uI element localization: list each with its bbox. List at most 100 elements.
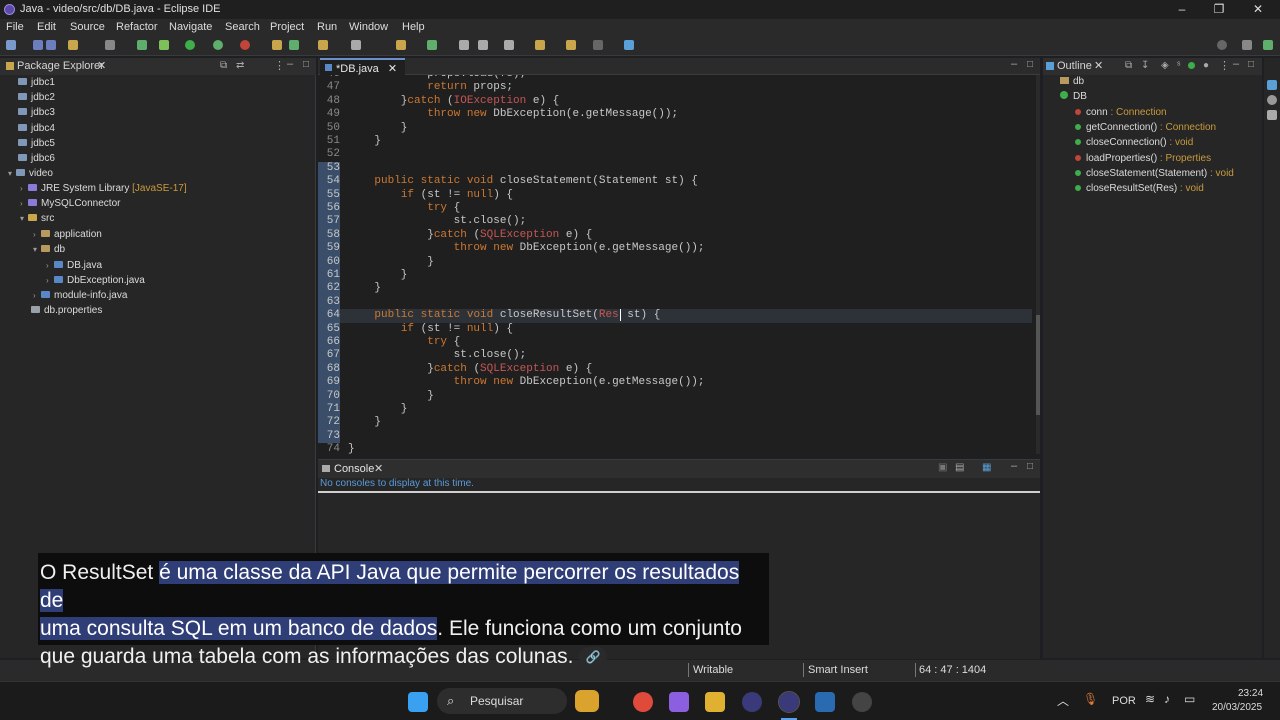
code-line[interactable]: 50 }: [318, 122, 1032, 135]
help-icon[interactable]: [1267, 95, 1277, 105]
taskbar-search[interactable]: ⌕ Pesquisar: [437, 688, 599, 714]
code-line[interactable]: 63: [318, 295, 1032, 310]
search-toolbar-icon[interactable]: [351, 40, 361, 50]
tree-item-jdbc2[interactable]: jdbc2: [18, 92, 55, 103]
eclipse-taskbar-icon[interactable]: [742, 692, 762, 712]
close-tab-icon[interactable]: ✕: [97, 59, 106, 72]
outline-item-field-conn[interactable]: conn : Connection: [1075, 107, 1167, 118]
menu-search[interactable]: Search: [225, 21, 260, 33]
tree-item-db[interactable]: ▾ db: [33, 244, 65, 255]
save-all-icon[interactable]: [46, 40, 56, 50]
editor-scrollbar[interactable]: [1036, 75, 1040, 454]
new-class-icon[interactable]: [289, 40, 299, 50]
show-whitespace-icon[interactable]: [459, 40, 469, 50]
coverage-icon[interactable]: [159, 40, 169, 50]
code-line[interactable]: 53: [318, 161, 1032, 176]
tray-chevron-icon[interactable]: ︿: [1057, 692, 1069, 709]
clock-date[interactable]: 20/03/2025: [1212, 702, 1262, 713]
tree-item-jdbc5[interactable]: jdbc5: [18, 138, 55, 149]
sort-icon[interactable]: ↧: [1141, 60, 1149, 71]
tree-item-db-properties[interactable]: db.properties: [31, 305, 102, 316]
code-line[interactable]: 62 }: [318, 282, 1032, 296]
hide-local-types-icon[interactable]: ●: [1203, 60, 1209, 71]
outline-item-package[interactable]: db: [1060, 76, 1084, 87]
windows-start-icon[interactable]: [408, 692, 428, 712]
code-line[interactable]: 56 try {: [318, 202, 1032, 216]
vscode-icon[interactable]: [815, 692, 835, 712]
print-icon[interactable]: [105, 40, 115, 50]
code-line[interactable]: 52: [318, 148, 1032, 161]
volume-icon[interactable]: ♪: [1164, 692, 1170, 706]
minimize-console-icon[interactable]: –: [1011, 460, 1017, 472]
menu-help[interactable]: Help: [402, 21, 425, 33]
collapsed-arrow-icon[interactable]: ›: [33, 291, 41, 300]
link-editor-icon[interactable]: ⇄: [236, 60, 244, 71]
clear-console-icon[interactable]: ▣: [938, 462, 947, 473]
expanded-arrow-icon[interactable]: ▾: [33, 245, 41, 254]
code-line[interactable]: 55 if (st != null) {: [318, 188, 1032, 202]
minimize-editor-icon[interactable]: –: [1011, 58, 1017, 70]
code-line[interactable]: 57 st.close();: [318, 215, 1032, 229]
code-line[interactable]: 70 }: [318, 389, 1032, 403]
maximize-console-icon[interactable]: □: [1027, 461, 1033, 472]
tree-item-jdbc4[interactable]: jdbc4: [18, 123, 55, 134]
language-indicator[interactable]: POR: [1112, 695, 1136, 707]
menu-run[interactable]: Run: [317, 21, 337, 33]
outline-menu-icon[interactable]: ⋮: [1219, 59, 1230, 72]
obs-icon[interactable]: [852, 692, 872, 712]
file-explorer-icon[interactable]: [705, 692, 725, 712]
collapsed-arrow-icon[interactable]: ›: [20, 184, 28, 193]
close-tab-icon[interactable]: ✕: [388, 63, 397, 75]
tree-item-jdbc6[interactable]: jdbc6: [18, 153, 55, 164]
code-line[interactable]: 54 public static void closeStatement(Sta…: [318, 175, 1032, 189]
display-console-icon[interactable]: ▤: [955, 462, 964, 473]
debug-icon[interactable]: [137, 40, 147, 50]
menu-refactor[interactable]: Refactor: [116, 21, 158, 33]
hide-fields-icon[interactable]: ◈: [1161, 60, 1169, 71]
tree-item-mysqlconnector[interactable]: › MySQLConnector: [20, 198, 120, 209]
pin-editor-icon[interactable]: [624, 40, 634, 50]
microphone-icon[interactable]: 🎙: [1083, 692, 1098, 706]
expanded-arrow-icon[interactable]: ▾: [8, 169, 16, 178]
tree-item-jdbc3[interactable]: jdbc3: [18, 107, 55, 118]
code-line[interactable]: 60 }: [318, 255, 1032, 269]
code-line[interactable]: 59 throw new DbException(e.getMessage())…: [318, 242, 1032, 256]
outline-item-class[interactable]: DB: [1060, 91, 1087, 102]
task-list-icon[interactable]: [1267, 80, 1277, 90]
tree-item-jre[interactable]: › JRE System Library [JavaSE-17]: [20, 183, 187, 194]
external-tools-icon[interactable]: [240, 40, 250, 50]
save-icon[interactable]: [33, 40, 43, 50]
code-line[interactable]: 51 }: [318, 135, 1032, 148]
back-nav-icon[interactable]: [566, 40, 576, 50]
outline-item-closeresultset[interactable]: closeResultSet(Res) : void: [1075, 183, 1204, 194]
menu-window[interactable]: Window: [349, 21, 388, 33]
code-line[interactable]: 71 }: [318, 403, 1032, 417]
code-line[interactable]: 69 throw new DbException(e.getMessage())…: [318, 376, 1032, 390]
last-edit-icon[interactable]: [478, 40, 488, 50]
chrome-icon[interactable]: [633, 692, 653, 712]
maximize-icon[interactable]: ❐: [1212, 2, 1226, 16]
collapse-all-icon[interactable]: ⧉: [220, 60, 227, 71]
run-config-icon[interactable]: [213, 40, 223, 50]
editor-tab-db-java[interactable]: *DB.java ✕: [320, 58, 406, 75]
code-line[interactable]: 72 }: [318, 416, 1032, 430]
status-cursor-position[interactable]: 64 : 47 : 1404: [919, 664, 986, 676]
code-line[interactable]: 64 public static void closeResultSet(Res…: [318, 309, 1032, 323]
minimize-icon[interactable]: –: [1175, 2, 1189, 16]
menu-navigate[interactable]: Navigate: [169, 21, 212, 33]
hide-nonpublic-icon[interactable]: [1188, 62, 1195, 69]
open-type-icon[interactable]: [318, 40, 328, 50]
collapsed-arrow-icon[interactable]: ›: [20, 199, 28, 208]
copilot-icon[interactable]: [669, 692, 689, 712]
menu-project[interactable]: Project: [270, 21, 304, 33]
tree-item-dbexception-java[interactable]: › DbException.java: [46, 275, 145, 286]
battery-icon[interactable]: ▭: [1184, 692, 1195, 706]
outline-item-getconnection[interactable]: getConnection() : Connection: [1075, 122, 1216, 133]
tree-item-video[interactable]: ▾ video: [8, 168, 53, 179]
maximize-outline-icon[interactable]: □: [1248, 59, 1254, 70]
code-line[interactable]: 66 try {: [318, 336, 1032, 350]
open-console-icon[interactable]: ▦: [982, 462, 991, 473]
close-outline-icon[interactable]: ✕: [1094, 59, 1103, 72]
tree-item-src[interactable]: ▾ src: [20, 213, 54, 224]
back-icon[interactable]: [535, 40, 545, 50]
